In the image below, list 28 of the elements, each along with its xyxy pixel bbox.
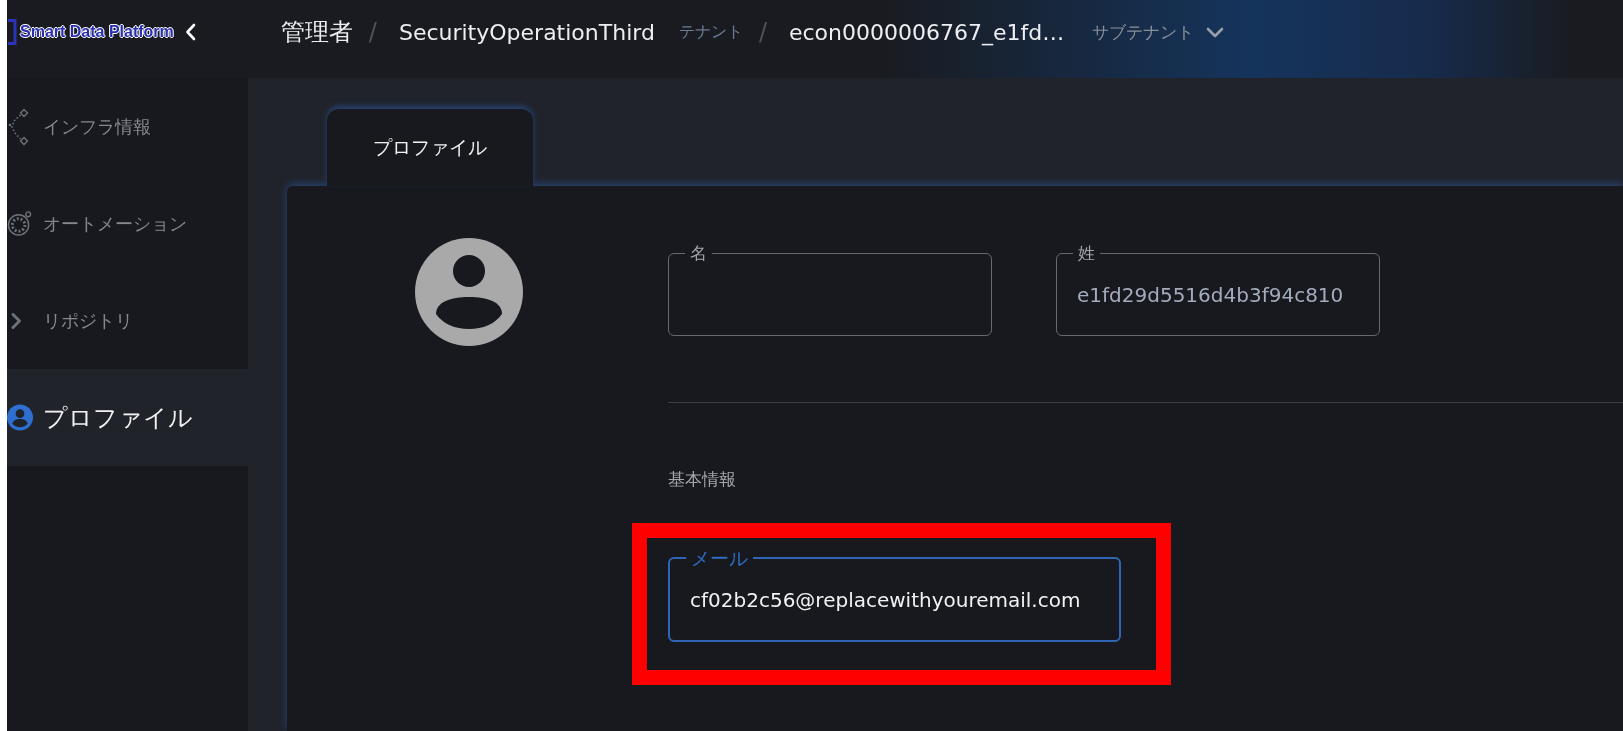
nodes-icon bbox=[7, 107, 29, 146]
breadcrumb-link[interactable]: SecurityOperationThird bbox=[398, 19, 655, 45]
breadcrumb-caption[interactable]: サブテナント bbox=[1092, 20, 1195, 44]
sidebar-item[interactable]: インフラ情報 bbox=[7, 78, 248, 175]
chevron-down-icon[interactable] bbox=[1206, 26, 1225, 38]
breadcrumb-link[interactable]: econ0000006767_e1fd… bbox=[788, 19, 1065, 45]
gear-icon bbox=[7, 210, 33, 237]
name-field[interactable]: 名 bbox=[668, 243, 992, 336]
sidebar-item[interactable]: オートメーション bbox=[7, 175, 248, 272]
breadcrumb-caption: テナント bbox=[678, 21, 743, 43]
tab[interactable]: プロファイル bbox=[327, 109, 533, 186]
field-label: 姓 bbox=[1077, 243, 1096, 263]
field-value: e1fd29d5516d4b3f94c810 bbox=[1077, 283, 1345, 307]
sidebar-item[interactable]: リポジトリ bbox=[7, 272, 248, 369]
name-field[interactable]: 姓 e1fd29d5516d4b3f94c810 bbox=[1056, 243, 1380, 336]
section-title: 基本情報 bbox=[668, 468, 736, 491]
chevron-right-icon bbox=[10, 311, 22, 330]
avatar-icon bbox=[415, 238, 523, 346]
breadcrumb-link[interactable]: 管理者 bbox=[280, 16, 353, 48]
breadcrumb-separator: / bbox=[758, 18, 767, 46]
field-label: 名 bbox=[689, 243, 708, 263]
chevron-left-icon[interactable] bbox=[184, 23, 196, 41]
field-value: cf02b2c56@replacewithyouremail.com bbox=[690, 588, 1082, 612]
logo-mark-icon bbox=[7, 19, 17, 45]
sidebar-item[interactable]: プロファイル bbox=[7, 369, 248, 466]
breadcrumb-separator: / bbox=[368, 18, 377, 46]
person-icon bbox=[7, 404, 33, 431]
field-label: メール bbox=[690, 547, 749, 569]
